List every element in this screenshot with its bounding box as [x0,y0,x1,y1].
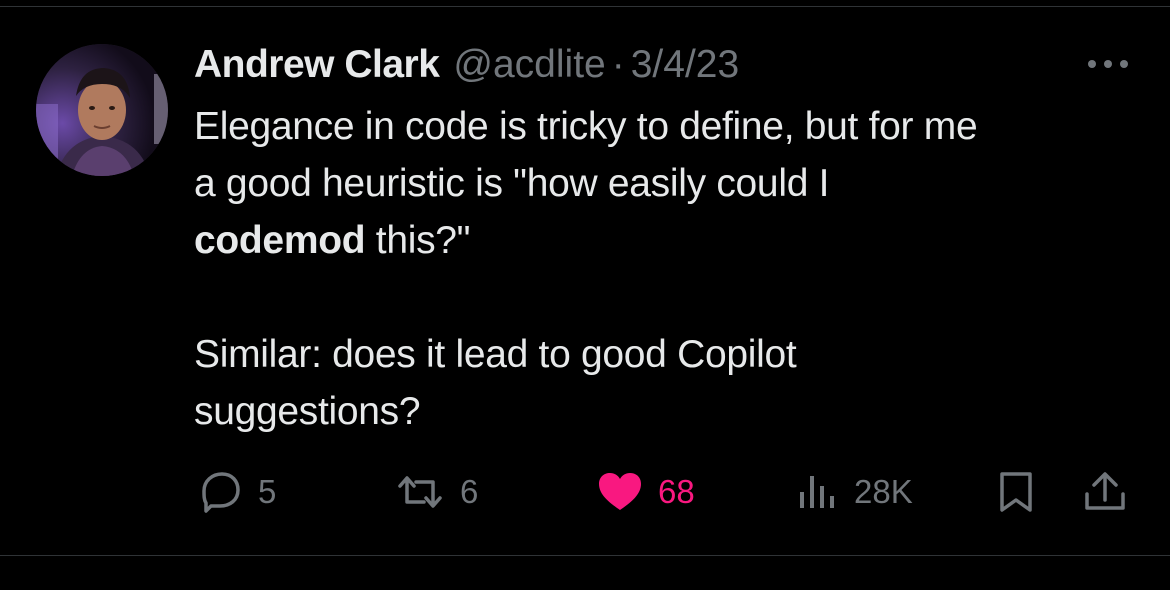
reply-icon [196,470,244,514]
tweet-header: Andrew Clark @acdlite · 3/4/23 [194,40,739,90]
tweet-text-line: Similar: does it lead to good Copilot [194,333,797,376]
heart-icon [596,470,644,514]
timestamp[interactable]: 3/4/23 [631,43,739,87]
more-options-button[interactable] [1080,48,1136,80]
share-icon [1082,470,1128,514]
reply-count: 5 [258,473,277,510]
like-count: 68 [658,473,695,510]
bookmark-icon [996,470,1036,514]
share-button[interactable] [1082,466,1128,518]
tweet-text: Elegance in code is tricky to define, bu… [194,98,1144,440]
views-icon [796,472,840,512]
divider [0,555,1170,556]
views-button[interactable]: 28K [796,466,913,518]
reply-button[interactable]: 5 [196,466,276,518]
tweet-text-span: this?" [365,219,471,262]
bold-text: codemod [194,219,366,262]
action-bar: 5 6 68 28K [0,466,1170,518]
retweet-button[interactable]: 6 [394,466,478,518]
views-count: 28K [854,473,913,510]
ellipsis-icon [1086,59,1130,69]
separator: · [611,43,625,86]
avatar[interactable] [36,44,168,176]
avatar-image [36,44,168,176]
divider [0,6,1170,7]
tweet-text-line: suggestions? [194,390,421,433]
display-name[interactable]: Andrew Clark [194,43,440,87]
bookmark-button[interactable] [996,466,1036,518]
like-button[interactable]: 68 [596,466,695,518]
tweet-text-line: Elegance in code is tricky to define, bu… [194,105,978,148]
tweet-card[interactable]: Andrew Clark @acdlite · 3/4/23 Elegance … [0,0,1170,590]
handle[interactable]: @acdlite [453,43,605,87]
paragraph-break [194,269,1144,326]
tweet-text-line: codemod this?" [194,212,1144,269]
retweet-icon [394,472,446,512]
tweet-text-line: a good heuristic is "how easily could I [194,162,830,205]
retweet-count: 6 [460,473,479,510]
